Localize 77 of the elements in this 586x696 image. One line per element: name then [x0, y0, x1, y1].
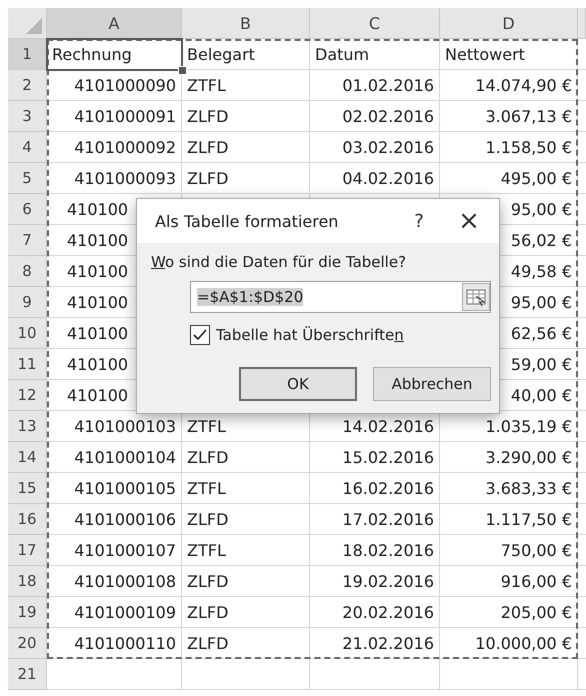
table-cell: Nettowert — [440, 39, 578, 70]
table-cell: 4101000093 — [47, 163, 182, 194]
table-cell: 16.02.2016 — [310, 473, 440, 504]
corner-triangle-icon — [26, 18, 42, 34]
table-cell: ZTFL — [182, 473, 310, 504]
table-cell: ZLFD — [182, 163, 310, 194]
row-header[interactable]: 16 — [8, 504, 47, 535]
row-header[interactable]: 17 — [8, 535, 47, 566]
column-header[interactable]: D — [440, 8, 578, 39]
table-cell: 01.02.2016 — [310, 70, 440, 101]
table-cell: 3.067,13 € — [440, 101, 578, 132]
fill-handle[interactable] — [178, 66, 187, 75]
table-cell: 205,00 € — [440, 597, 578, 628]
table-cell: 02.02.2016 — [310, 101, 440, 132]
row-header[interactable]: 9 — [8, 287, 47, 318]
table-cell: 750,00 € — [440, 535, 578, 566]
table-cell: 18.02.2016 — [310, 535, 440, 566]
table-cell: 1.117,50 € — [440, 504, 578, 535]
table-cell: 4101000104 — [47, 442, 182, 473]
range-input-field[interactable]: =$A$1:$D$20 — [190, 281, 491, 313]
table-cell: 17.02.2016 — [310, 504, 440, 535]
table-cell: 4101000106 — [47, 504, 182, 535]
checkmark-icon — [193, 328, 207, 342]
table-cell: 495,00 € — [440, 163, 578, 194]
table-cell: ZLFD — [182, 132, 310, 163]
table-cell: 4101000110 — [47, 628, 182, 659]
row-header[interactable]: 3 — [8, 101, 47, 132]
table-cell: ZTFL — [182, 535, 310, 566]
row-header[interactable]: 6 — [8, 194, 47, 225]
ok-button[interactable]: OK — [239, 367, 357, 401]
table-cell: Datum — [310, 39, 440, 70]
table-cell: ZLFD — [182, 504, 310, 535]
row-header[interactable]: 10 — [8, 318, 47, 349]
table-cell: 1.158,50 € — [440, 132, 578, 163]
row-header[interactable]: 20 — [8, 628, 47, 659]
table-cell: 14.074,90 € — [440, 70, 578, 101]
row-header[interactable]: 8 — [8, 256, 47, 287]
row-header[interactable]: 13 — [8, 411, 47, 442]
row-header[interactable]: 1 — [8, 39, 47, 70]
row-header[interactable]: 2 — [8, 70, 47, 101]
row-header[interactable]: 19 — [8, 597, 47, 628]
table-cell: 4101000109 — [47, 597, 182, 628]
table-cell: 19.02.2016 — [310, 566, 440, 597]
table-cell: 15.02.2016 — [310, 442, 440, 473]
table-cell: ZLFD — [182, 442, 310, 473]
column-header[interactable]: B — [182, 8, 310, 39]
row-header[interactable]: 14 — [8, 442, 47, 473]
help-button[interactable]: ? — [399, 201, 439, 241]
row-header[interactable]: 4 — [8, 132, 47, 163]
table-cell: ZLFD — [182, 101, 310, 132]
column-header[interactable]: C — [310, 8, 440, 39]
table-cell: 4101000107 — [47, 535, 182, 566]
table-cell: ZLFD — [182, 566, 310, 597]
range-picker-icon[interactable] — [462, 283, 490, 311]
table-cell: 4101000105 — [47, 473, 182, 504]
table-cell: 916,00 € — [440, 566, 578, 597]
row-header[interactable]: 7 — [8, 225, 47, 256]
table-cell: 04.02.2016 — [310, 163, 440, 194]
cancel-button[interactable]: Abbrechen — [373, 367, 491, 401]
table-cell: 4101000091 — [47, 101, 182, 132]
table-cell: 20.02.2016 — [310, 597, 440, 628]
row-header[interactable]: 11 — [8, 349, 47, 380]
row-header[interactable]: 21 — [8, 659, 47, 690]
column-header[interactable]: A — [47, 8, 182, 39]
row-header[interactable]: 5 — [8, 163, 47, 194]
table-cell: ZLFD — [182, 597, 310, 628]
table-cell: 4101000092 — [47, 132, 182, 163]
table-cell: ZLFD — [182, 628, 310, 659]
row-header[interactable]: 12 — [8, 380, 47, 411]
table-cell: 3.683,33 € — [440, 473, 578, 504]
row-header[interactable]: 15 — [8, 473, 47, 504]
row-header[interactable]: 18 — [8, 566, 47, 597]
table-cell: 4101000108 — [47, 566, 182, 597]
table-cell: 10.000,00 € — [440, 628, 578, 659]
table-cell: 3.290,00 € — [440, 442, 578, 473]
table-cell: 21.02.2016 — [310, 628, 440, 659]
table-cell: 03.02.2016 — [310, 132, 440, 163]
